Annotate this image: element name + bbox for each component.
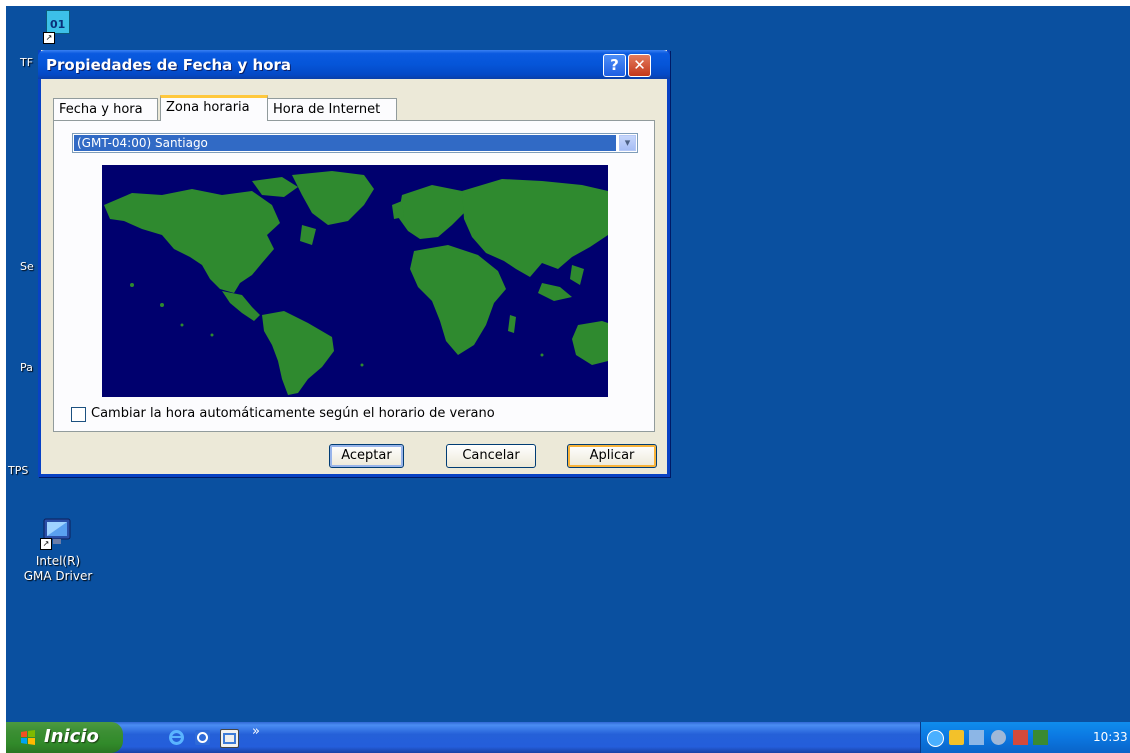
tab-hora-de-internet[interactable]: Hora de Internet: [267, 98, 397, 120]
desktop-icon-label: Intel(R) GMA Driver: [23, 554, 93, 583]
desktop-icon-intel-gma-driver[interactable]: ↗ Intel(R) GMA Driver: [12, 516, 104, 584]
shield-icon[interactable]: [949, 730, 964, 745]
network-icon[interactable]: [969, 730, 984, 745]
cancel-button[interactable]: Cancelar: [446, 444, 536, 468]
start-label: Inicio: [44, 726, 99, 747]
desktop-icon-label-partial[interactable]: Pa: [20, 361, 33, 374]
close-button[interactable]: ✕: [628, 54, 651, 77]
shortcut-arrow-icon: ↗: [40, 538, 52, 550]
desktop-icon-top[interactable]: 01 ↗: [43, 10, 73, 44]
desktop: 01 ↗ TF Se Pa TPS ↗ Intel(R) GMA Driver …: [6, 6, 1130, 753]
internet-explorer-icon[interactable]: [168, 729, 185, 746]
tray-expand-icon[interactable]: [927, 730, 944, 747]
app-icon: 01: [46, 10, 70, 34]
timezone-selected-value: (GMT-04:00) Santiago: [74, 135, 616, 151]
display-settings-icon[interactable]: [991, 730, 1006, 745]
shortcut-arrow-icon: ↗: [43, 32, 55, 44]
dialog-titlebar[interactable]: Propiedades de Fecha y hora ? ✕: [38, 50, 670, 79]
quick-launch-overflow[interactable]: »: [252, 724, 260, 739]
system-tray: 10:33: [920, 722, 1130, 753]
app-icon-text: 01: [50, 18, 66, 31]
start-button[interactable]: Inicio: [6, 722, 123, 753]
vr-app-icon[interactable]: [220, 729, 239, 748]
timezone-tab-panel: (GMT-04:00) Santiago ▾ Cambiar la hora a…: [53, 120, 655, 432]
ok-button[interactable]: Aceptar: [329, 444, 404, 468]
desktop-icon-label-partial[interactable]: TF: [20, 56, 33, 69]
chevron-down-icon[interactable]: ▾: [619, 135, 636, 151]
daylight-saving-checkbox-label[interactable]: Cambiar la hora automáticamente según el…: [91, 406, 495, 422]
windows-logo-icon: [21, 730, 35, 745]
help-button[interactable]: ?: [603, 54, 626, 77]
world-map: [102, 165, 608, 397]
daylight-saving-checkbox[interactable]: [71, 407, 86, 422]
dialog-title: Propiedades de Fecha y hora: [46, 56, 292, 74]
volume-icon[interactable]: [1013, 730, 1028, 745]
monitor-icon: ↗: [40, 516, 74, 550]
desktop-icon-label-partial[interactable]: Se: [20, 260, 34, 273]
timezone-select[interactable]: (GMT-04:00) Santiago ▾: [72, 133, 638, 153]
clock[interactable]: 10:33: [1093, 730, 1128, 744]
apply-button[interactable]: Aplicar: [567, 444, 657, 468]
tab-fecha-y-hora[interactable]: Fecha y hora: [53, 98, 158, 120]
internet-explorer-alt-icon[interactable]: [194, 729, 211, 746]
antivirus-icon[interactable]: [1033, 730, 1048, 745]
taskbar: Inicio » 10:33: [6, 722, 1130, 753]
date-time-properties-dialog: Propiedades de Fecha y hora ? ✕ Fecha y …: [38, 50, 670, 477]
desktop-icon-label-partial[interactable]: TPS: [8, 464, 28, 477]
tab-zona-horaria[interactable]: Zona horaria: [160, 95, 268, 121]
world-map-image: [102, 165, 608, 397]
dialog-body: Fecha y hora Zona horaria Hora de Intern…: [41, 79, 667, 474]
